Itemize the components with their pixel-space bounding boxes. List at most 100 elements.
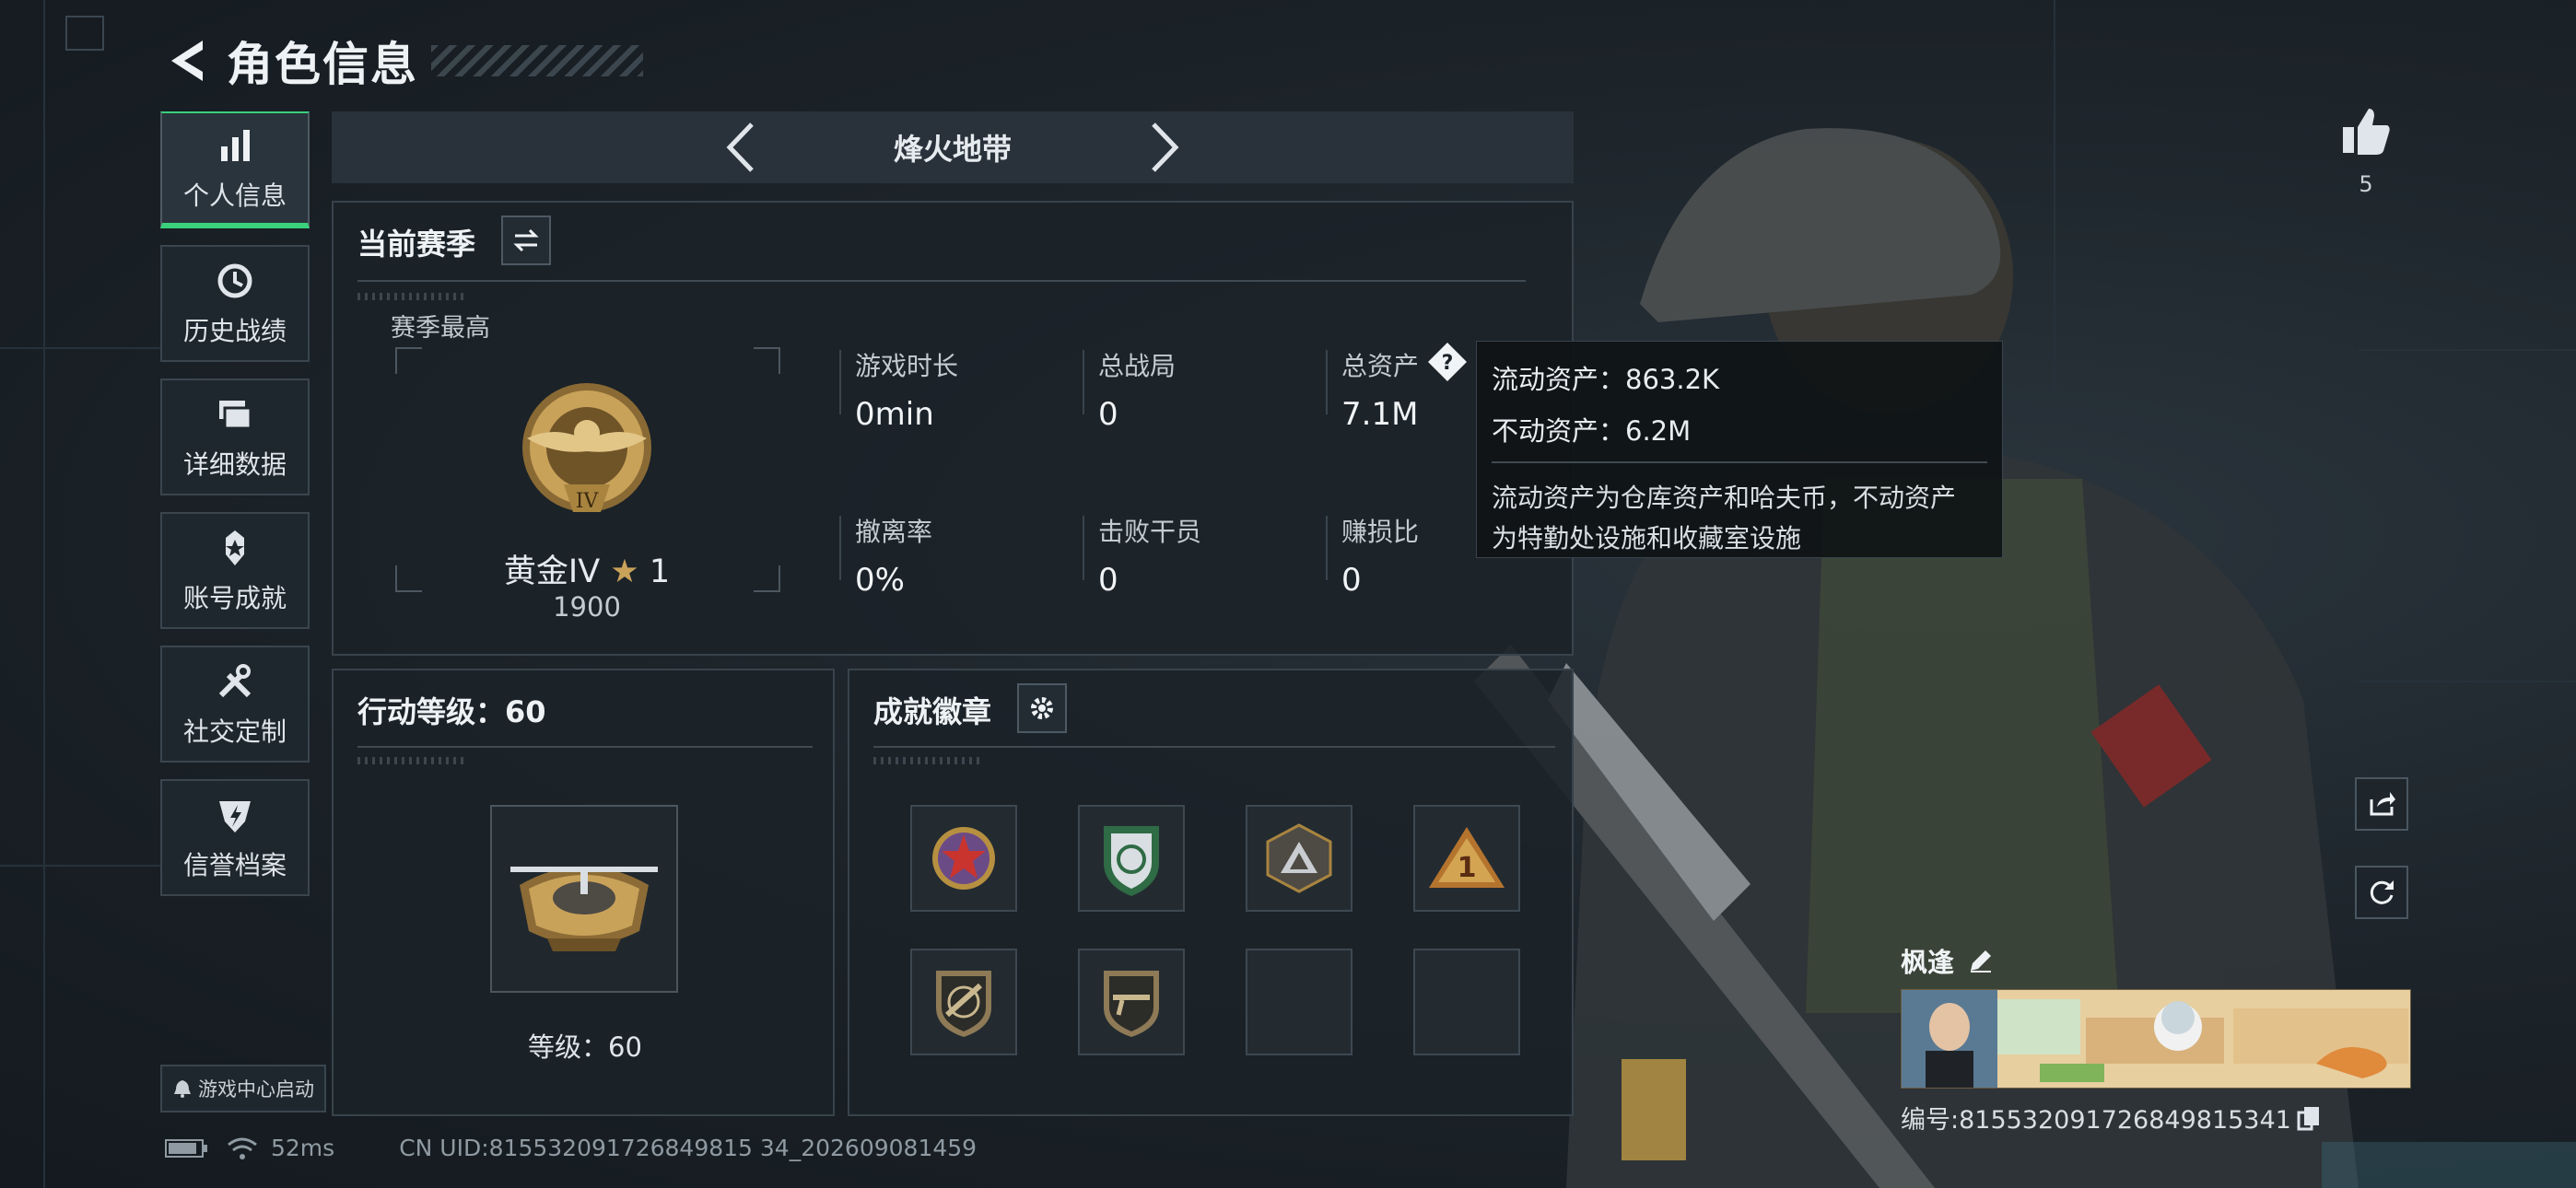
nav-item-details[interactable]: 详细数据 bbox=[160, 379, 310, 495]
mode-selector: 烽火地带 bbox=[332, 111, 1574, 183]
launch-label: 游戏中心启动 bbox=[198, 1078, 314, 1101]
tools-icon bbox=[218, 663, 252, 697]
page-header: 角色信息 bbox=[164, 24, 643, 98]
nav-item-personal-info[interactable]: 个人信息 bbox=[160, 111, 310, 228]
badge-slot-3[interactable] bbox=[1246, 805, 1352, 912]
fixed-assets: 不动资产：6.2M bbox=[1492, 415, 1692, 447]
badge-slot-2[interactable] bbox=[1078, 805, 1185, 912]
tooltip-divider bbox=[1492, 461, 1987, 463]
bell-icon bbox=[174, 1080, 191, 1098]
refresh-button[interactable] bbox=[2355, 866, 2408, 919]
stat-separators bbox=[839, 350, 1328, 580]
history-icon bbox=[217, 263, 252, 297]
red-star-badge-icon bbox=[932, 827, 995, 890]
season-best-label: 赛季最高 bbox=[391, 314, 490, 343]
assets-help-button[interactable]: ? bbox=[1426, 341, 1469, 387]
player-id: 编号:815532091726849815341 bbox=[1901, 1106, 2291, 1135]
level-title: 行动等级：60 bbox=[357, 694, 546, 729]
rank-name-row: 黄金IV ★ 1 bbox=[407, 545, 767, 592]
nav-label: 账号成就 bbox=[182, 582, 287, 613]
chevron-right-icon bbox=[1152, 122, 1179, 172]
status-bar: 52ms CN UID:815532091726849815 34_202609… bbox=[164, 1135, 977, 1161]
season-divider bbox=[357, 280, 1526, 282]
helicopter-emblem bbox=[510, 867, 658, 951]
tooltip-description-2: 为特勤处设施和收藏室设施 bbox=[1492, 523, 1802, 553]
share-button[interactable] bbox=[2355, 777, 2408, 831]
chevron-left-icon bbox=[726, 122, 754, 172]
gold-1-badge-icon: 1 bbox=[1429, 827, 1505, 888]
ping-value: 52ms bbox=[271, 1135, 335, 1161]
badge-slot-1[interactable] bbox=[910, 805, 1017, 912]
rank-stars: 1 bbox=[649, 553, 671, 590]
badge-slot-empty-2[interactable] bbox=[1413, 949, 1520, 1055]
player-name: 枫逢 bbox=[1901, 947, 1955, 978]
wifi-icon bbox=[228, 1137, 257, 1159]
banner-illustration bbox=[1902, 990, 2410, 1088]
page-title: 角色信息 bbox=[227, 38, 418, 91]
help-icon: ? bbox=[1428, 343, 1467, 381]
pencil-icon bbox=[1971, 950, 1992, 973]
rifle-badge-icon bbox=[936, 971, 991, 1037]
switch-season-button[interactable] bbox=[501, 215, 551, 265]
level-emblem-frame bbox=[490, 805, 678, 993]
copy-icon bbox=[2297, 1106, 2319, 1130]
bar-chart-icon bbox=[221, 129, 250, 161]
mode-prev-button[interactable] bbox=[713, 115, 768, 180]
tick-decoration bbox=[357, 757, 468, 764]
player-name-card: 枫逢 编号:815532091726849815341 bbox=[1901, 941, 2411, 1136]
copy-id-button[interactable] bbox=[2297, 1105, 2321, 1131]
rank-score: 1900 bbox=[553, 591, 621, 623]
level-panel: 行动等级：60 等级：60 bbox=[332, 669, 835, 1116]
mode-next-button[interactable] bbox=[1137, 115, 1192, 180]
badge-settings-button[interactable] bbox=[1017, 683, 1067, 733]
green-shield-badge-icon bbox=[1104, 826, 1159, 896]
nav-label: 详细数据 bbox=[182, 448, 287, 480]
badge-slot-4[interactable]: 1 bbox=[1413, 805, 1520, 912]
nav-label: 社交定制 bbox=[182, 716, 287, 747]
level-text: 等级：60 bbox=[528, 1031, 642, 1063]
assets-tooltip: 流动资产：863.2K 不动资产：6.2M 流动资产为仓库资产和哈夫币，不动资产… bbox=[1476, 341, 2003, 558]
player-id-row: 编号:815532091726849815341 bbox=[1901, 1100, 2411, 1136]
game-center-launch-button[interactable]: 游戏中心启动 bbox=[160, 1065, 326, 1112]
gear-icon bbox=[1031, 697, 1053, 719]
nav-item-history[interactable]: 历史战绩 bbox=[160, 245, 310, 362]
folders-icon bbox=[219, 400, 252, 429]
rank-name: 黄金IV bbox=[503, 553, 601, 590]
side-nav: 个人信息 历史战绩 详细数据 账号成就 社交定制 信誉档案 bbox=[160, 111, 313, 913]
rifle-badge-2-icon bbox=[1104, 971, 1159, 1037]
rank-gold-emblem: IV bbox=[522, 383, 651, 513]
like-count: 5 bbox=[2359, 171, 2373, 197]
back-arrow-icon bbox=[171, 41, 203, 81]
nav-item-credit[interactable]: 信誉档案 bbox=[160, 779, 310, 896]
achievement-icon bbox=[226, 530, 244, 565]
badge-slot-5[interactable] bbox=[910, 949, 1017, 1055]
star-icon: ★ bbox=[610, 553, 639, 590]
tick-decoration bbox=[357, 293, 468, 300]
season-panel: 当前赛季 赛季最高 IV 黄金IV ★ 1 1900 游戏时长 0min 总战局… bbox=[332, 201, 1574, 656]
name-card-banner[interactable] bbox=[1901, 989, 2411, 1089]
credit-shield-icon bbox=[219, 800, 251, 833]
tooltip-description-1: 流动资产为仓库资产和哈夫币，不动资产 bbox=[1492, 483, 1957, 513]
player-name-row: 枫逢 bbox=[1901, 941, 2411, 980]
thumbs-up-icon bbox=[2343, 109, 2390, 155]
liquid-assets: 流动资产：863.2K bbox=[1492, 364, 1720, 395]
season-title: 当前赛季 bbox=[357, 227, 476, 262]
nav-label: 个人信息 bbox=[182, 180, 287, 211]
level-divider bbox=[357, 746, 813, 748]
nav-item-achievements[interactable]: 账号成就 bbox=[160, 512, 310, 629]
swap-icon bbox=[513, 228, 539, 252]
refresh-icon bbox=[2370, 880, 2394, 904]
battery-icon bbox=[165, 1138, 207, 1158]
tick-decoration bbox=[873, 757, 984, 764]
edit-name-button[interactable] bbox=[1967, 947, 1995, 974]
back-button[interactable] bbox=[164, 33, 208, 88]
svg-text:1: 1 bbox=[1458, 852, 1477, 884]
cn-uid: CN UID:815532091726849815 34_20260908145… bbox=[399, 1135, 978, 1161]
nav-item-social[interactable]: 社交定制 bbox=[160, 646, 310, 763]
badge-slot-6[interactable] bbox=[1078, 949, 1185, 1055]
svg-text:?: ? bbox=[1442, 352, 1454, 375]
badge-slot-empty-1[interactable] bbox=[1246, 949, 1352, 1055]
share-icon bbox=[2370, 792, 2395, 816]
like-button[interactable]: 5 bbox=[2336, 105, 2395, 197]
svg-text:IV: IV bbox=[576, 490, 600, 513]
